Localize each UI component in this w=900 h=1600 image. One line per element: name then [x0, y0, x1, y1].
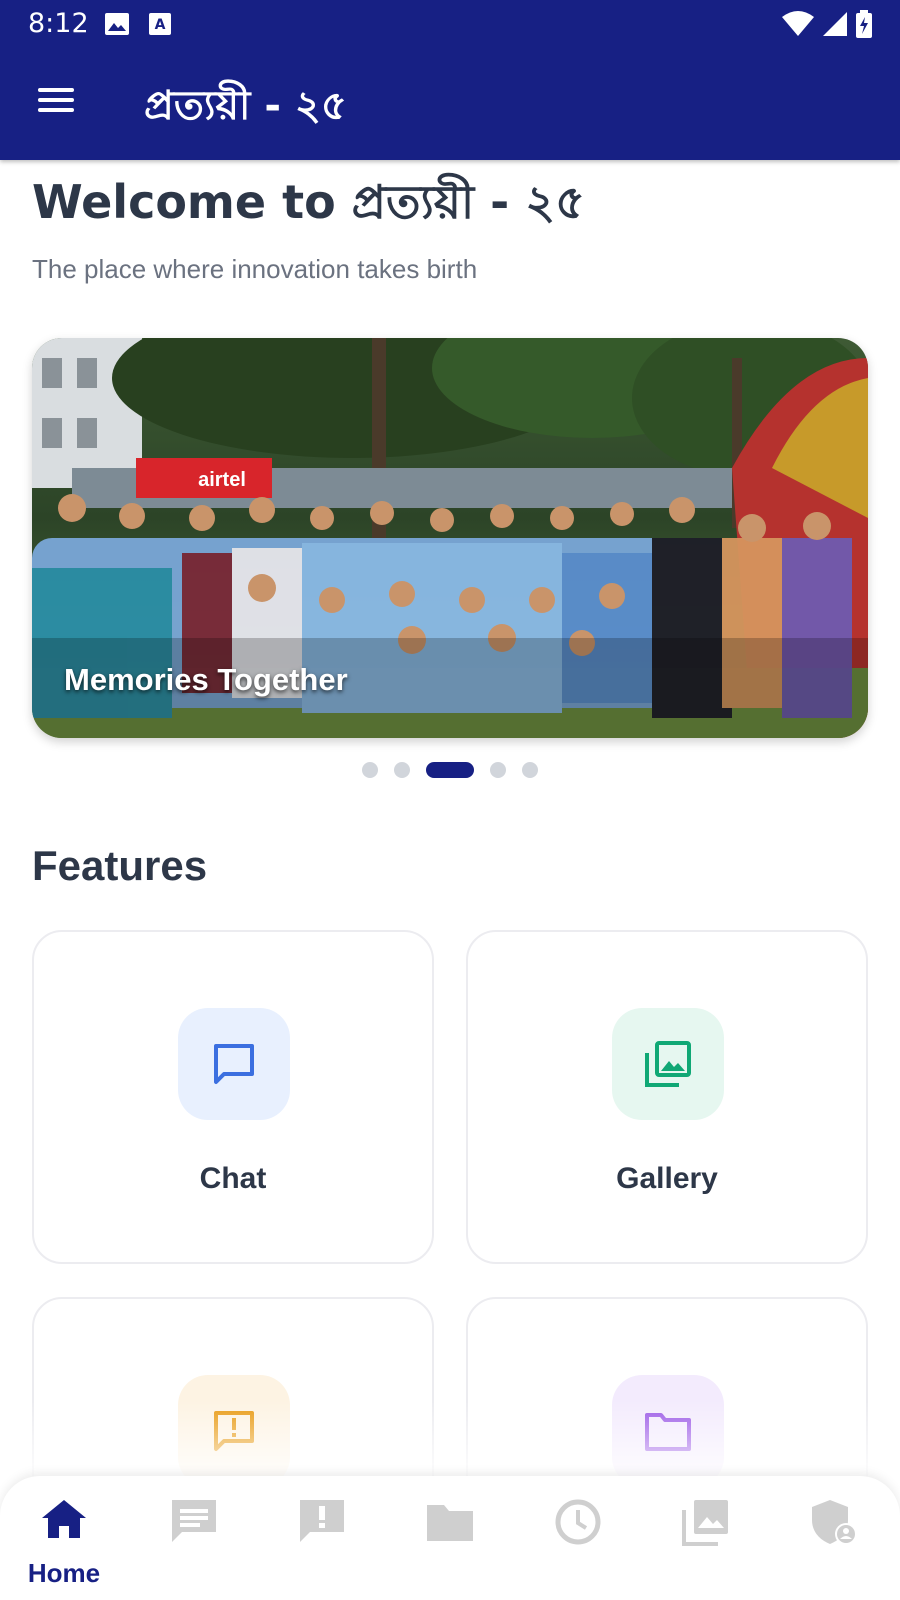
- battery-charging-icon: [856, 10, 872, 43]
- scroll-fade: [0, 1400, 900, 1480]
- svg-text:airtel: airtel: [198, 469, 246, 491]
- photo-carousel[interactable]: airtel Memories Together: [32, 338, 868, 738]
- carousel-dot[interactable]: [362, 762, 378, 778]
- clock-icon: [555, 1499, 601, 1545]
- status-icons: [782, 10, 872, 43]
- chat-icon: [172, 1500, 216, 1542]
- svg-text:A: A: [155, 17, 166, 33]
- chat-icon: [178, 1008, 290, 1120]
- nav-schedule[interactable]: [526, 1496, 626, 1596]
- carousel-dot[interactable]: [394, 762, 410, 778]
- welcome-title: Welcome to প্রত্যয়ী - ২৫: [32, 175, 586, 229]
- status-bar: 8:12 A: [0, 0, 900, 48]
- menu-button[interactable]: [32, 82, 80, 122]
- nav-files[interactable]: [398, 1496, 498, 1596]
- nav-report[interactable]: [270, 1496, 370, 1596]
- gallery-icon: [682, 1500, 728, 1546]
- admin-shield-icon: [812, 1500, 857, 1545]
- nav-home-label: Home: [27, 1558, 101, 1588]
- carousel-dot[interactable]: [522, 762, 538, 778]
- nav-home[interactable]: Home: [14, 1496, 114, 1596]
- carousel-indicator: [0, 760, 900, 780]
- feature-card-label: Gallery: [616, 1162, 718, 1195]
- app-bar: প্রত্যয়ী - ২৫: [0, 60, 900, 140]
- carousel-caption: Memories Together: [64, 662, 348, 697]
- font-notification-icon: A: [148, 12, 172, 41]
- signal-icon: [822, 11, 848, 42]
- nav-chat[interactable]: [142, 1496, 242, 1596]
- app-title: প্রত্যয়ী - ২৫: [144, 83, 347, 129]
- feature-card-label: Chat: [199, 1162, 267, 1195]
- feature-card-chat[interactable]: Chat: [32, 930, 434, 1264]
- wifi-icon: [782, 11, 814, 42]
- nav-admin[interactable]: [782, 1496, 882, 1596]
- feature-card-gallery[interactable]: Gallery: [466, 930, 868, 1264]
- menu-icon: [38, 88, 74, 92]
- features-title: Features: [32, 842, 208, 889]
- home-icon: [42, 1500, 86, 1538]
- status-time: 8:12: [28, 8, 89, 39]
- carousel-dot[interactable]: [426, 762, 474, 778]
- gallery-icon: [612, 1008, 724, 1120]
- welcome-subtitle: The place where innovation takes birth: [32, 254, 478, 284]
- carousel-dot[interactable]: [490, 762, 506, 778]
- app-header: 8:12 A প্রত্যয়ী - ২৫: [0, 0, 900, 160]
- bottom-navigation: Home: [0, 1476, 900, 1600]
- image-notification-icon: [104, 12, 130, 41]
- report-icon: [300, 1500, 344, 1542]
- folder-icon: [427, 1505, 473, 1541]
- nav-gallery[interactable]: [654, 1496, 754, 1596]
